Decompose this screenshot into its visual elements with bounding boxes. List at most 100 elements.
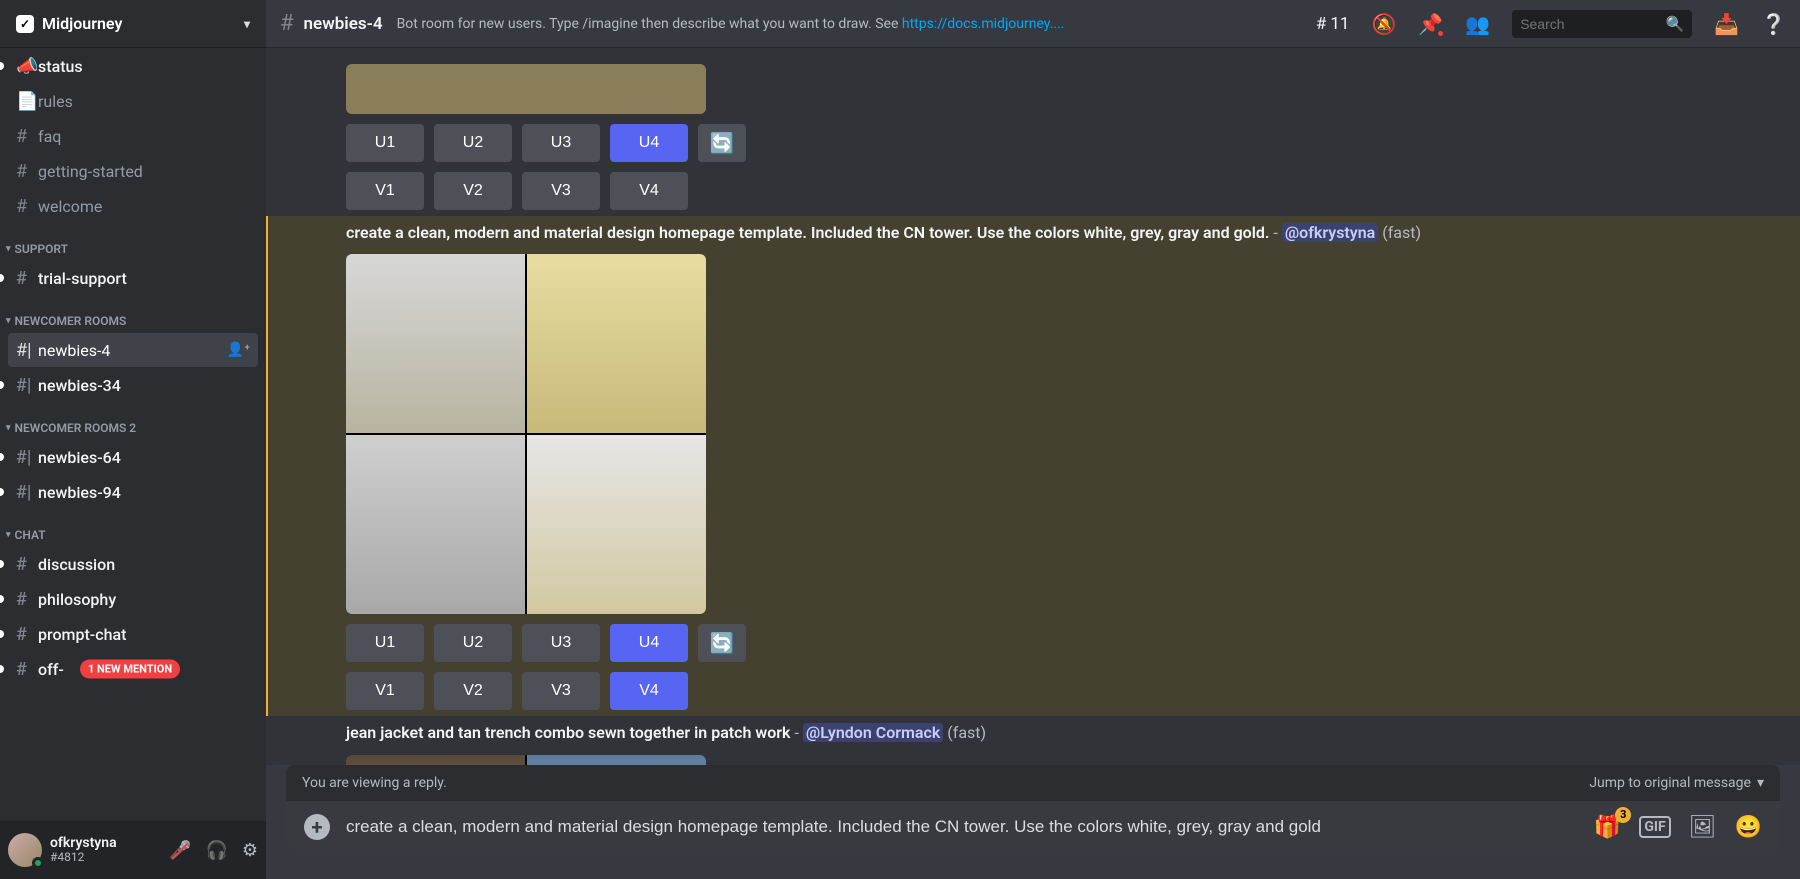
image-grid[interactable] [346,254,706,614]
help-icon[interactable]: ❔ [1761,12,1786,36]
button-row: U1 U2 U3 U4 🔄 [346,624,1800,662]
attach-button[interactable]: + [304,814,330,840]
chevron-down-icon: ▾ [6,423,11,433]
mention[interactable]: @ofkrystyna [1282,223,1378,242]
sticker-icon[interactable]: 🖼 [1689,815,1717,840]
channel-off-[interactable]: #off-1 NEW MENTION [8,652,258,686]
mention-pill[interactable]: 1 NEW MENTION [80,660,180,679]
channel-newbies-94[interactable]: #|newbies-94 [8,475,258,509]
hash-lock-icon: # [280,11,294,36]
mj-button-u4[interactable]: U4 [610,124,688,162]
user-names[interactable]: ofkrystyna #4812 [50,836,117,865]
channel-status[interactable]: 📣status [8,49,258,83]
mj-button-v1[interactable]: V1 [346,172,424,210]
gear-icon[interactable]: ⚙ [242,840,258,861]
channel-label: getting-started [38,162,143,181]
mode-label: (fast) [1382,223,1421,242]
add-person-icon[interactable]: 👤⁺ [227,342,250,358]
pins-icon[interactable]: 📌 [1418,12,1443,36]
nitro-count: 3 [1615,807,1631,823]
channel-discussion[interactable]: #discussion [8,547,258,581]
channel-trial-support[interactable]: #trial-support [8,261,258,295]
server-header[interactable]: ✓ Midjourney ▾ [0,0,266,48]
hash-icon: #| [16,340,38,361]
chevron-down-icon: ▾ [244,17,250,31]
mj-button-v3[interactable]: V3 [522,172,600,210]
message: create a clean, modern and material desi… [266,216,1800,716]
members-icon[interactable]: 👥 [1465,12,1490,36]
hash-icon: 📣 [16,56,38,77]
mj-button-u3[interactable]: U3 [522,624,600,662]
topic-link[interactable]: https://docs.midjourney.... [902,16,1065,32]
channel-faq[interactable]: #faq [8,119,258,153]
category-newcomer-rooms[interactable]: ▾NEWCOMER ROOMS [0,296,266,332]
hash-icon: # [16,589,38,610]
headphones-icon[interactable]: 🎧 [205,840,227,861]
message-area[interactable]: U1U2U3U4🔄V1V2V3V4create a clean, modern … [266,48,1800,765]
channel-getting-started[interactable]: #getting-started [8,154,258,188]
chevron-down-icon: ▾ [6,530,11,540]
composer: + 🎁3 GIF 🖼 😀 [286,801,1780,853]
hash-icon: 📄 [16,91,38,112]
channel-header: # newbies-4 Bot room for new users. Type… [266,0,1800,48]
reroll-button[interactable]: 🔄 [698,124,746,162]
mj-button-u3[interactable]: U3 [522,124,600,162]
reroll-button[interactable]: 🔄 [698,624,746,662]
category-newcomer-rooms-2[interactable]: ▾NEWCOMER ROOMS 2 [0,403,266,439]
mj-button-u1[interactable]: U1 [346,124,424,162]
mj-button-v4[interactable]: V4 [610,672,688,710]
button-row: V1 V2 V3 V4 [346,672,1800,710]
channel-welcome[interactable]: #welcome [8,189,258,223]
threads-count: 11 [1330,14,1349,34]
mj-button-v3[interactable]: V3 [522,672,600,710]
reply-bar: You are viewing a reply. Jump to origina… [286,765,1780,801]
gif-icon[interactable]: GIF [1639,816,1670,838]
hash-icon: #| [16,482,38,503]
channel-label: rules [38,92,73,111]
mj-button-v4[interactable]: V4 [610,172,688,210]
mj-button-v1[interactable]: V1 [346,672,424,710]
channel-label: newbies-4 [38,341,110,360]
mj-button-v2[interactable]: V2 [434,672,512,710]
mj-button-u2[interactable]: U2 [434,124,512,162]
chevron-down-icon: ▾ [1757,775,1764,791]
channel-prompt-chat[interactable]: #prompt-chat [8,617,258,651]
hash-icon: # [16,268,38,289]
hash-icon: #| [16,447,38,468]
channel-name: newbies-4 [304,14,383,34]
channel-newbies-4[interactable]: #|newbies-4 👤⁺ [8,333,258,367]
channel-newbies-64[interactable]: #|newbies-64 [8,440,258,474]
notifications-icon[interactable]: 🔕 [1371,12,1396,36]
search-box[interactable]: 🔍 [1512,10,1692,38]
channel-sidebar: ✓ Midjourney ▾ 📣status📄rules#faq#getting… [0,0,266,879]
search-input[interactable] [1520,16,1665,32]
mj-button-u1[interactable]: U1 [346,624,424,662]
mj-button-u4[interactable]: U4 [610,624,688,662]
verified-badge: ✓ [16,15,34,33]
image-grid[interactable] [346,755,706,765]
category-support[interactable]: ▾SUPPORT [0,224,266,260]
gift-icon[interactable]: 🎁3 [1594,815,1621,840]
threads-button[interactable]: # 11 [1316,14,1350,34]
mj-button-u2[interactable]: U2 [434,624,512,662]
message-input[interactable] [346,817,1578,837]
hash-icon: # [16,161,38,182]
hash-icon: # [16,196,38,217]
user-panel: ofkrystyna #4812 🎤 🎧 ⚙ [0,821,266,879]
channel-rules[interactable]: 📄rules [8,84,258,118]
jump-to-original[interactable]: Jump to original message ▾ [1589,775,1764,791]
image-grid[interactable] [346,64,706,114]
channel-philosophy[interactable]: #philosophy [8,582,258,616]
channel-label: off- [38,660,64,679]
mj-button-v2[interactable]: V2 [434,172,512,210]
channel-label: newbies-34 [38,376,121,395]
category-chat[interactable]: ▾CHAT [0,510,266,546]
mention[interactable]: @Lyndon Cormack [803,723,943,742]
inbox-icon[interactable]: 📥 [1714,12,1739,36]
avatar[interactable] [8,833,42,867]
mute-icon[interactable]: 🎤 [169,840,191,861]
channel-topic: Bot room for new users. Type /imagine th… [397,16,1298,32]
user-tag: #4812 [50,851,117,864]
emoji-icon[interactable]: 😀 [1735,815,1762,840]
channel-newbies-34[interactable]: #|newbies-34 [8,368,258,402]
